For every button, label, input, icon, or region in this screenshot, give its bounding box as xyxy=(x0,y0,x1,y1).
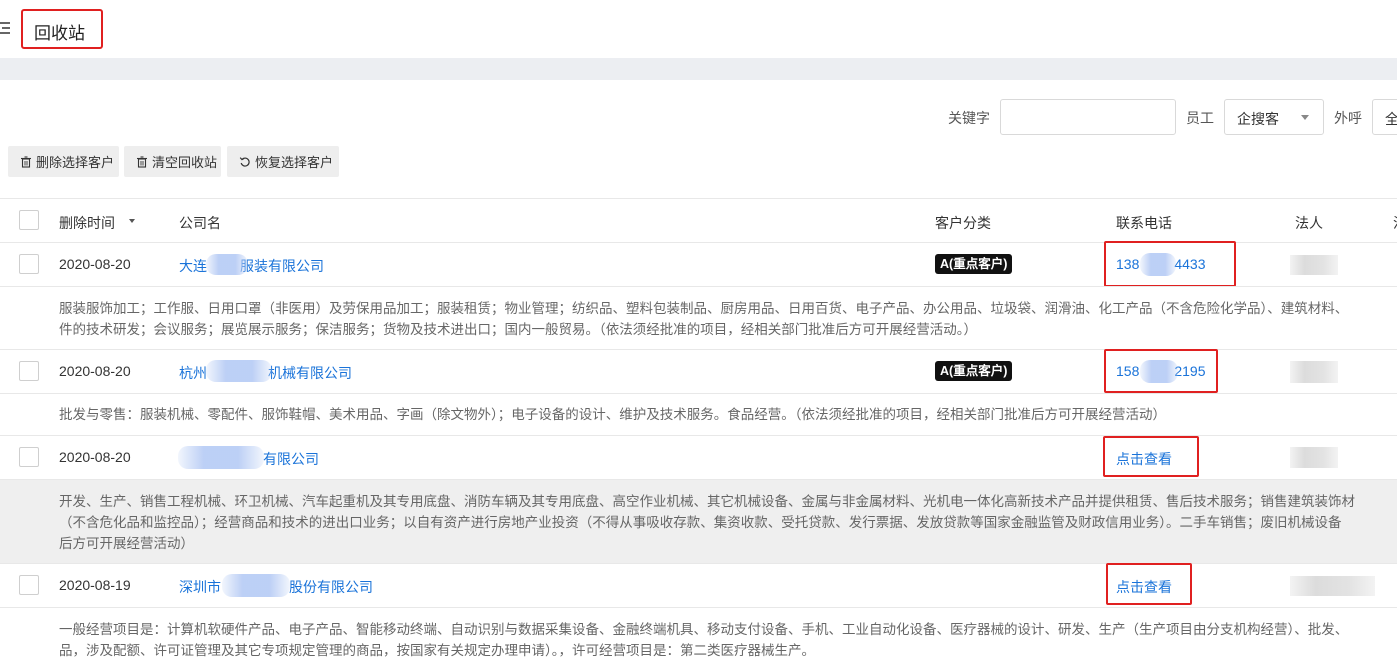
page-title: 回收站 xyxy=(34,24,85,43)
row-checkbox[interactable] xyxy=(19,575,39,595)
clear-recycle-bin-button[interactable]: 清空回收站 xyxy=(124,146,221,177)
divider xyxy=(0,393,1397,394)
restore-selected-button[interactable]: 恢复选择客户 xyxy=(227,146,339,177)
divider xyxy=(0,607,1397,608)
trash-icon xyxy=(21,155,31,168)
employee-label: 员工 xyxy=(1186,110,1214,126)
business-scope-line: 批发与零售：服装机械、零配件、服饰鞋帽、美术用品、字画（除文物外）；电子设备的设… xyxy=(59,407,1166,422)
column-header-delete-time[interactable]: 删除时间 xyxy=(59,213,115,233)
business-scope-line: 开发、生产、销售工程机械、环卫机械、汽车起重机及其专用底盘、消防车辆及其专用底盘… xyxy=(59,494,1355,509)
row-delete-date: 2020-08-20 xyxy=(59,449,131,465)
column-header-category: 客户分类 xyxy=(935,215,991,231)
company-name-prefix: 杭州 xyxy=(179,365,207,381)
chevron-down-icon xyxy=(1301,115,1309,120)
undo-icon xyxy=(239,156,250,167)
business-scope-line: 后方可开展经营活动） xyxy=(59,536,194,551)
row-delete-date: 2020-08-20 xyxy=(59,363,131,379)
redaction-blur xyxy=(222,574,290,597)
row-checkbox[interactable] xyxy=(19,254,39,274)
row-checkbox[interactable] xyxy=(19,447,39,467)
legal-person-redacted xyxy=(1290,361,1338,383)
column-header-more: 注 xyxy=(1393,213,1397,233)
phone-highlight-box xyxy=(1103,436,1199,477)
legal-person-redacted xyxy=(1290,447,1338,468)
row-delete-date: 2020-08-19 xyxy=(59,577,131,593)
business-scope-line: 品，涉及配额、许可证管理及其它专项规定管理的商品，按国家有关规定办理申请）。，许… xyxy=(59,643,815,658)
outbound-select-value: 全 xyxy=(1385,111,1397,127)
company-name-suffix: 股份有限公司 xyxy=(289,579,373,595)
company-name-prefix: 深圳市 xyxy=(179,579,221,595)
employee-select-value: 企搜客 xyxy=(1237,111,1279,127)
trash-icon xyxy=(137,155,147,168)
phone-highlight-box xyxy=(1106,563,1192,605)
delete-selected-label: 删除选择客户 xyxy=(36,155,115,170)
employee-select[interactable]: 企搜客 xyxy=(1224,99,1324,135)
outbound-label: 外呼 xyxy=(1334,110,1362,126)
restore-selected-label: 恢复选择客户 xyxy=(255,155,334,170)
redaction-blur xyxy=(206,254,248,275)
business-scope-line: 一般经营项目是：计算机软硬件产品、电子产品、智能移动终端、自动识别与数据采集设备… xyxy=(59,622,1349,637)
company-name-suffix: 有限公司 xyxy=(263,451,319,467)
sort-desc-icon[interactable] xyxy=(129,219,135,223)
clear-recycle-bin-label: 清空回收站 xyxy=(152,155,218,170)
company-name-prefix: 大连 xyxy=(179,258,207,274)
phone-highlight-box xyxy=(1104,241,1236,287)
phone-highlight-box xyxy=(1104,349,1218,393)
outbound-select[interactable]: 全 xyxy=(1372,99,1397,135)
row-checkbox[interactable] xyxy=(19,361,39,381)
divider xyxy=(0,286,1397,287)
menu-fold-icon[interactable] xyxy=(0,20,12,36)
select-all-checkbox[interactable] xyxy=(19,210,39,230)
legal-person-redacted xyxy=(1290,255,1338,275)
column-header-company: 公司名 xyxy=(179,215,221,231)
customer-category-badge: A(重点客户) xyxy=(935,254,1013,274)
redaction-blur xyxy=(206,360,272,382)
customer-category-badge: A(重点客户) xyxy=(935,361,1013,381)
row-delete-date: 2020-08-20 xyxy=(59,256,131,272)
company-name-suffix: 服装有限公司 xyxy=(240,258,324,274)
header-divider-band xyxy=(0,58,1397,80)
keyword-input[interactable] xyxy=(1000,99,1176,135)
column-header-legal-person: 法人 xyxy=(1295,215,1323,231)
business-scope-line: 件的技术研发；会议服务；展览展示服务；保洁服务；货物及技术进出口；国内一般贸易。… xyxy=(59,322,977,337)
company-link[interactable]: 大连 服装有限公司 xyxy=(179,256,324,276)
keyword-label: 关键字 xyxy=(948,110,990,126)
table-top-border xyxy=(0,198,1397,199)
business-scope-line: 服装服饰加工；工作服、日用口罩（非医用）及劳保用品加工；服装租赁；物业管理；纺织… xyxy=(59,301,1349,316)
delete-selected-button[interactable]: 删除选择客户 xyxy=(8,146,119,177)
redaction-blur xyxy=(178,446,264,469)
column-header-phone: 联系电话 xyxy=(1116,215,1172,231)
business-scope-line: （不含危化品和监控品）；经营商品和技术的进出口业务；以自有资产进行房地产业投资（… xyxy=(59,515,1342,530)
top-bar: 回收站 xyxy=(0,0,1397,58)
company-name-suffix: 机械有限公司 xyxy=(268,365,352,381)
legal-person-redacted xyxy=(1290,576,1375,596)
